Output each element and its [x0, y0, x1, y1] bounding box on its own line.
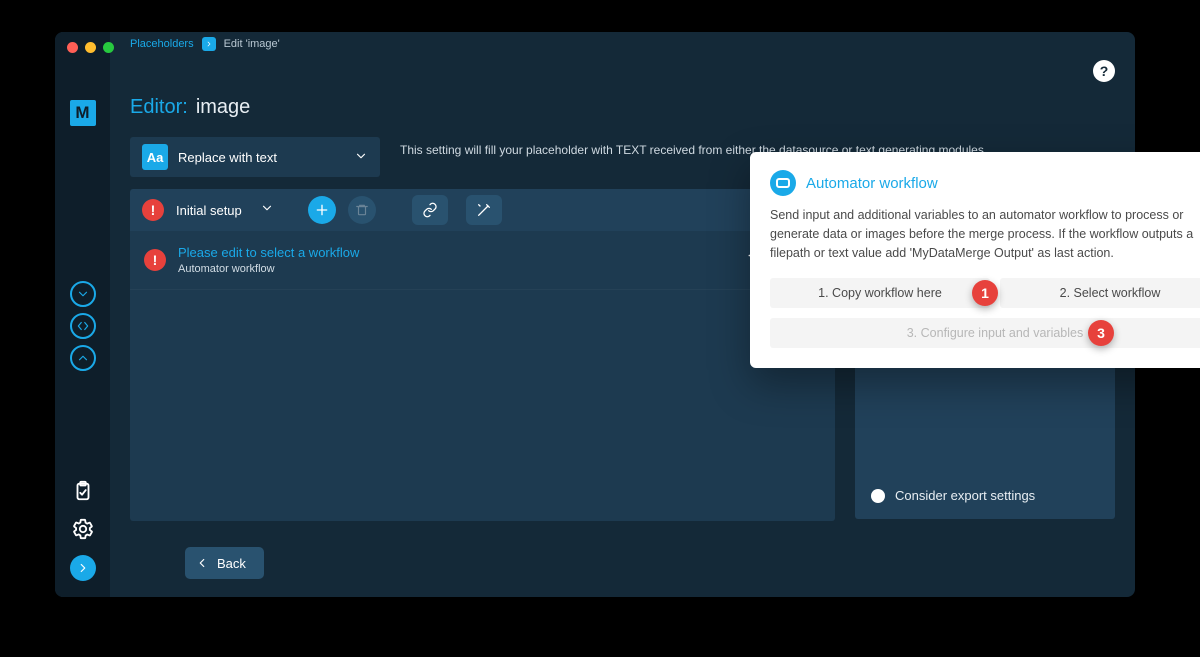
app-logo: M [70, 100, 96, 126]
settings-button[interactable] [71, 517, 95, 541]
plus-icon [314, 202, 330, 218]
help-button[interactable]: ? [1093, 60, 1115, 82]
replace-mode-label: Replace with text [178, 150, 277, 165]
breadcrumb: Placeholders Edit 'image' [110, 32, 1135, 56]
popover-actions: 1. Copy workflow here 2. Select workflow… [770, 278, 1200, 348]
export-settings-label: Consider export settings [895, 488, 1035, 503]
replace-mode-dropdown[interactable]: Aa Replace with text [130, 137, 380, 177]
popover-title: Automator workflow [806, 175, 938, 192]
alert-icon: ! [142, 199, 164, 221]
chevron-down-icon [76, 287, 90, 301]
popover-description: Send input and additional variables to a… [770, 206, 1200, 262]
sidebar: M [55, 32, 110, 597]
link-icon [422, 202, 438, 218]
page-title-name: image [196, 96, 250, 119]
breadcrumb-separator [202, 37, 216, 51]
breadcrumb-current: Edit 'image' [224, 38, 280, 50]
clipboard-check-icon [72, 480, 94, 502]
chevron-right-icon [205, 40, 213, 48]
wand-icon [476, 202, 492, 218]
nav-group [70, 281, 96, 371]
sidebar-bottom [70, 479, 96, 597]
modules-list: ! Please edit to select a workflow Autom… [130, 231, 835, 521]
options-footer: Consider export settings [855, 472, 1115, 519]
copy-workflow-button[interactable]: 1. Copy workflow here [770, 278, 990, 308]
chevron-down-icon[interactable] [260, 201, 274, 220]
chevron-right-icon [76, 561, 90, 575]
initial-setup-label: Initial setup [176, 203, 242, 218]
chevron-up-icon [76, 351, 90, 365]
nav-expand-button[interactable] [70, 313, 96, 339]
module-item-title: Please edit to select a workflow [178, 245, 359, 260]
breadcrumb-root[interactable]: Placeholders [130, 38, 194, 50]
alert-icon: ! [144, 249, 166, 271]
close-window-button[interactable] [67, 42, 78, 53]
chevron-left-icon [195, 556, 209, 570]
back-label: Back [217, 556, 246, 571]
configure-workflow-button[interactable]: 3. Configure input and variables [770, 318, 1200, 348]
select-workflow-button[interactable]: 2. Select workflow [1000, 278, 1200, 308]
proceed-button[interactable] [70, 555, 96, 581]
export-settings-radio[interactable] [871, 489, 885, 503]
automator-icon [770, 170, 796, 196]
gear-icon [72, 518, 94, 540]
clipboard-button[interactable] [71, 479, 95, 503]
minimize-window-button[interactable] [85, 42, 96, 53]
window-controls [67, 42, 114, 53]
magic-button[interactable] [466, 195, 502, 225]
page-title: Editor: image [110, 56, 1135, 137]
nav-up-button[interactable] [70, 345, 96, 371]
chevron-down-icon [354, 149, 368, 166]
popover-header: Automator workflow [770, 170, 1200, 196]
trash-icon [355, 203, 369, 217]
annotation-1: 1 [972, 280, 998, 306]
page-title-label: Editor: [130, 96, 188, 119]
link-button[interactable] [412, 195, 448, 225]
nav-down-button[interactable] [70, 281, 96, 307]
automator-popover: Automator workflow Send input and additi… [750, 152, 1200, 368]
app-window: M Placeholders [55, 32, 1135, 597]
initial-setup-header: ! Initial setup [130, 189, 835, 231]
workflow-module-item[interactable]: ! Please edit to select a workflow Autom… [130, 231, 835, 290]
modules-column: ! Initial setup [130, 189, 835, 521]
code-icon [76, 319, 90, 333]
back-button[interactable]: Back [185, 547, 264, 579]
add-module-button[interactable] [308, 196, 336, 224]
delete-module-button[interactable] [348, 196, 376, 224]
module-item-subtitle: Automator workflow [178, 263, 359, 275]
text-mode-icon: Aa [142, 144, 168, 170]
